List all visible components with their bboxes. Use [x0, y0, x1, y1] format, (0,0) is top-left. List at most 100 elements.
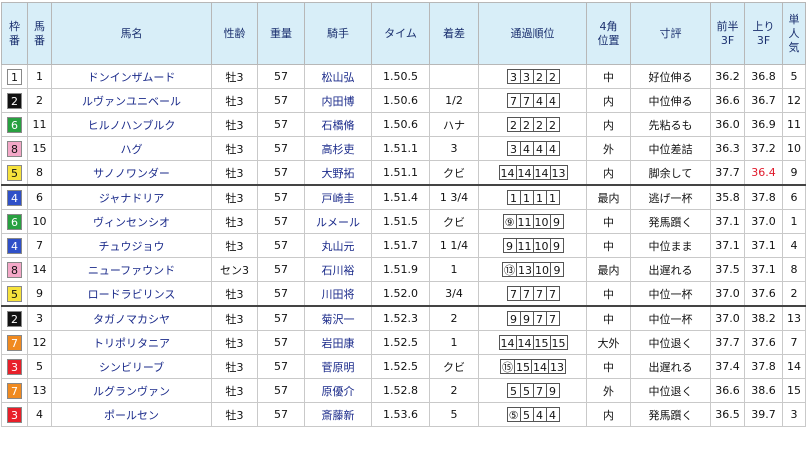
waku-badge: 6 [7, 116, 22, 133]
passing-order: 2222 [478, 112, 587, 137]
finish-time: 1.52.0 [371, 281, 430, 307]
passing-position: 9 [506, 311, 521, 326]
horse-name-link[interactable]: ポールセン [51, 402, 212, 427]
jockey-link[interactable]: 斎藤新 [304, 402, 372, 427]
table-row: 2 2 ルヴァンユニベール 牡3 57 内田博 1.50.6 1/2 7 7 4 4 内中位伸る 36.6… [1, 88, 806, 113]
corner-position: 中 [586, 209, 631, 234]
waku-cell: 4 [1, 233, 28, 258]
passing-position: 2 [519, 117, 534, 132]
race-comment: 発馬躓く [630, 209, 711, 234]
race-comment: 出遅れる [630, 257, 711, 282]
jockey-link[interactable]: 戸崎圭 [304, 184, 372, 210]
finish-margin: 3 [429, 136, 479, 161]
passing-position: ⑬ [502, 262, 517, 277]
horse-number: 10 [27, 209, 52, 234]
jockey-link[interactable]: 石川裕 [304, 257, 372, 282]
horse-name-link[interactable]: ルグランヴァン [51, 378, 212, 403]
jockey-link[interactable]: 大野拓 [304, 160, 372, 186]
passing-position: 9 [519, 311, 534, 326]
waku-badge: 3 [7, 406, 22, 423]
waku-cell: 7 [1, 330, 28, 355]
horse-name-link[interactable]: ハグ [51, 136, 212, 161]
popularity: 12 [782, 88, 806, 113]
finish-margin [429, 64, 479, 89]
finish-time: 1.52.3 [371, 305, 430, 331]
jockey-link[interactable]: 高杉吏 [304, 136, 372, 161]
table-row: 4 6 ジャナドリア 牡3 57 戸崎圭 1.51.4 1 3/4 1 1 1 1 最内 逃げ一杯 35.8… [1, 184, 806, 210]
carried-weight: 57 [257, 305, 305, 331]
jockey-link[interactable]: 丸山元 [304, 233, 372, 258]
corner-position: 内 [586, 160, 631, 186]
passing-position: 5 [506, 383, 521, 398]
carried-weight: 57 [257, 184, 305, 210]
header-time: タイム [371, 2, 430, 65]
passing-position: 15 [532, 335, 551, 350]
passing-position: 3 [506, 141, 521, 156]
horse-number: 4 [27, 402, 52, 427]
jockey-link[interactable]: 内田博 [304, 88, 372, 113]
first-3f: 36.3 [710, 136, 745, 161]
waku-badge: 7 [7, 334, 22, 351]
horse-name-link[interactable]: チュウジョウ [51, 233, 212, 258]
horse-name-link[interactable]: ヒルノハンブルク [51, 112, 212, 137]
waku-badge: 7 [7, 382, 22, 399]
corner-position: 内 [586, 402, 631, 427]
corner-position: 中 [586, 281, 631, 307]
jockey-link[interactable]: 岩田康 [304, 330, 372, 355]
jockey-link[interactable]: 川田将 [304, 281, 372, 307]
jockey-link[interactable]: 菊沢一 [304, 305, 372, 331]
horse-name-link[interactable]: ドンインザムード [51, 64, 212, 89]
race-comment: 中位一杯 [630, 281, 711, 307]
first-3f: 37.7 [710, 160, 745, 186]
jockey-link[interactable]: 原優介 [304, 378, 372, 403]
carried-weight: 57 [257, 233, 305, 258]
sex-age: セン3 [211, 257, 258, 282]
carried-weight: 57 [257, 354, 305, 379]
waku-badge: 6 [7, 213, 22, 230]
header-row: 枠番 馬番 馬名 性齢 重量 騎手 タイム 着差 通過順位 4角 位置 寸評 前半… [1, 2, 806, 65]
horse-name-link[interactable]: ジャナドリア [51, 184, 212, 210]
passing-position: 13 [516, 262, 534, 277]
passing-position: 10 [532, 214, 551, 229]
passing-order: ⑮ 15 14 13 [478, 354, 587, 379]
passing-order: 9977 [478, 305, 587, 331]
waku-badge: 4 [7, 189, 22, 206]
passing-position: ⑨ [502, 214, 517, 229]
finish-margin: クビ [429, 354, 479, 379]
first-3f: 37.5 [710, 257, 745, 282]
header-comment: 寸評 [630, 2, 711, 65]
sex-age: 牡3 [211, 233, 258, 258]
first-3f: 36.0 [710, 112, 745, 137]
jockey-link[interactable]: ルメール [304, 209, 372, 234]
horse-name-link[interactable]: ルヴァンユニベール [51, 88, 212, 113]
horse-name-link[interactable]: タガノマカシヤ [51, 305, 212, 331]
popularity: 15 [782, 378, 806, 403]
finish-time: 1.51.4 [371, 184, 430, 210]
jockey-link[interactable]: 菅原明 [304, 354, 372, 379]
horse-name-link[interactable]: サノノワンダー [51, 160, 212, 186]
passing-position: 4 [532, 407, 547, 422]
passing-position: 3 [519, 69, 534, 84]
popularity: 10 [782, 136, 806, 161]
horse-name-link[interactable]: トリポリタニア [51, 330, 212, 355]
waku-badge: 8 [7, 261, 22, 278]
horse-name-link[interactable]: シンビリーブ [51, 354, 212, 379]
passing-position: 9 [545, 383, 560, 398]
first-3f: 37.7 [710, 330, 745, 355]
first-3f: 36.6 [710, 378, 745, 403]
finish-margin: クビ [429, 160, 479, 186]
jockey-link[interactable]: 石橋脩 [304, 112, 372, 137]
horse-name-link[interactable]: ロードラビリンス [51, 281, 212, 307]
popularity: 7 [782, 330, 806, 355]
passing-order: 3444 [478, 136, 587, 161]
horse-name-link[interactable]: ヴィンセンシオ [51, 209, 212, 234]
jockey-link[interactable]: 松山弘 [304, 64, 372, 89]
finish-time: 1.51.9 [371, 257, 430, 282]
horse-name-link[interactable]: ニューファウンド [51, 257, 212, 282]
table-row: 5 8 サノノワンダー 牡3 57 大野拓 1.51.1 クビ 14 14 14 13 内脚余して 37.… [1, 160, 806, 186]
last-3f: 37.1 [744, 233, 783, 258]
waku-cell: 5 [1, 281, 28, 307]
horse-number: 14 [27, 257, 52, 282]
popularity: 2 [782, 281, 806, 307]
horse-number: 2 [27, 88, 52, 113]
